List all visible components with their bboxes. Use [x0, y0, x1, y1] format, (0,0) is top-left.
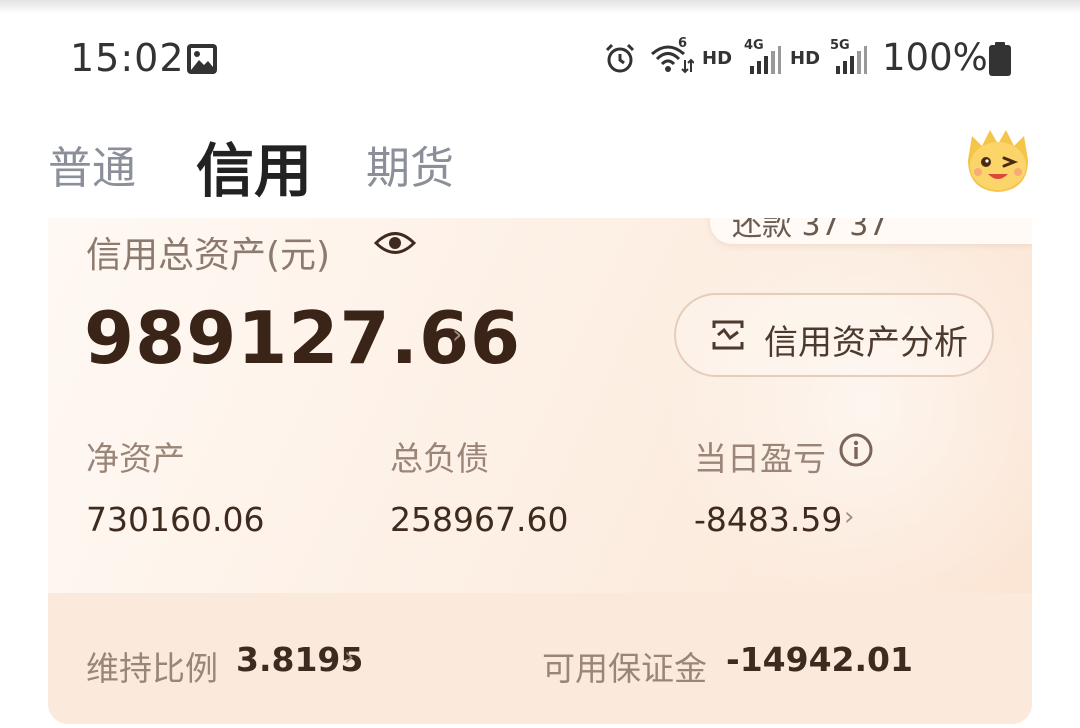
maintenance-ratio-chevron-icon[interactable]: › [344, 642, 354, 672]
credit-asset-card: 还款 37 37 信用总资产(元) 989127.66 › 信用资产分析 净资产… [48, 218, 1032, 724]
available-margin-value: -14942.01 [726, 640, 913, 679]
net-asset-label: 净资产 [86, 439, 185, 478]
top-shade [0, 0, 1080, 14]
hd-label-2: HD [790, 48, 821, 69]
alarm-clock-icon [605, 43, 635, 73]
status-bar: 15:02 6 HD 4G HD 5G 100% [0, 28, 1080, 88]
credit-total-asset-title: 信用总资产(元) [86, 235, 331, 276]
wifi-icon [651, 45, 694, 74]
battery-icon [989, 42, 1011, 76]
repayment-overlay[interactable]: 还款 37 37 [710, 218, 1032, 244]
analysis-button-label: 信用资产分析 [764, 323, 968, 363]
signal-icon-2 [836, 46, 867, 74]
battery-percent: 100% [882, 36, 988, 79]
tab-normal[interactable]: 普通 [48, 132, 136, 196]
signal-icon [750, 46, 781, 74]
wifi-sub-label: 6 [678, 36, 688, 51]
info-icon[interactable] [838, 432, 874, 468]
analysis-icon [712, 320, 744, 350]
repayment-overlay-text: 还款 37 37 [732, 218, 888, 243]
total-liability-label: 总负债 [390, 439, 489, 478]
credit-asset-analysis-button[interactable]: 信用资产分析 [674, 293, 994, 377]
daily-pnl-chevron-icon[interactable]: › [844, 502, 854, 532]
tab-futures[interactable]: 期货 [366, 132, 454, 196]
account-type-tabs: 普通 信用 期货 [0, 110, 1080, 210]
total-liability-value: 258967.60 [390, 500, 569, 539]
daily-pnl-label: 当日盈亏 [694, 439, 826, 478]
card-decoration [608, 218, 1032, 638]
maintenance-ratio-label: 维持比例 [86, 649, 218, 688]
daily-pnl-value[interactable]: -8483.59 [694, 500, 842, 539]
tab-credit[interactable]: 信用 [196, 124, 312, 208]
hd-label-1: HD [702, 48, 733, 69]
chevron-right-icon[interactable]: › [452, 320, 462, 350]
net-asset-value: 730160.06 [86, 500, 265, 539]
available-margin-label: 可用保证金 [542, 649, 707, 688]
status-time: 15:02 [70, 36, 185, 80]
mascot-avatar-icon[interactable] [958, 120, 1038, 200]
eye-icon[interactable] [374, 228, 416, 258]
image-icon [187, 44, 217, 74]
